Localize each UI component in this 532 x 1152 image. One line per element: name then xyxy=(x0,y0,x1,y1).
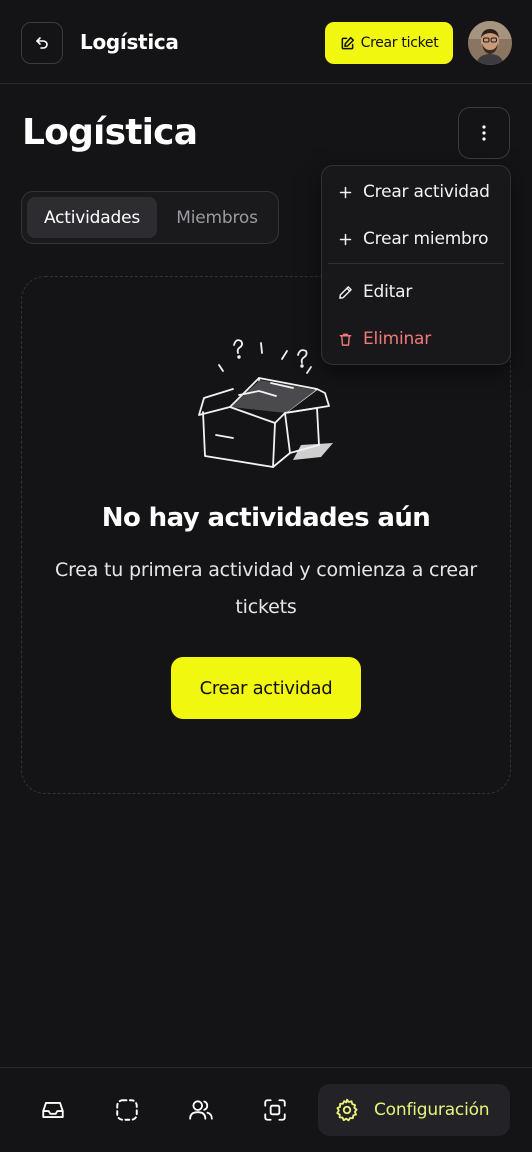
nav-item-configuracion[interactable]: Configuración xyxy=(318,1084,510,1136)
menu-item-label: Crear actividad xyxy=(363,182,490,202)
plus-icon xyxy=(337,231,353,247)
bottom-navigation: Configuración xyxy=(0,1067,532,1152)
undo-arrow-icon xyxy=(36,37,48,49)
open-box-illustration xyxy=(198,339,333,468)
menu-item-label: Editar xyxy=(363,282,413,302)
trash-icon xyxy=(337,331,353,347)
nav-item-selection[interactable] xyxy=(113,1096,141,1124)
create-ticket-label: Crear ticket xyxy=(360,35,439,51)
empty-state-title: No hay actividades aún xyxy=(101,503,431,533)
plus-icon xyxy=(337,184,353,200)
empty-state-description: Crea tu primera actividad y comienza a c… xyxy=(55,559,477,618)
dashed-square-icon xyxy=(116,1099,138,1121)
nav-item-inbox[interactable] xyxy=(39,1096,67,1124)
tab-actividades[interactable]: Actividades xyxy=(27,197,157,238)
scan-square-icon xyxy=(264,1099,286,1121)
tab-miembros[interactable]: Miembros xyxy=(161,197,273,238)
top-bar: Logística Crear ticket xyxy=(0,0,532,84)
pencil-icon xyxy=(337,284,353,300)
avatar[interactable] xyxy=(468,21,512,65)
users-icon xyxy=(189,1100,213,1120)
nav-item-scan[interactable] xyxy=(261,1096,289,1124)
menu-item-delete[interactable]: Eliminar xyxy=(322,317,510,361)
user-avatar-image xyxy=(468,21,512,65)
more-vertical-icon xyxy=(482,125,486,141)
menu-item-create-member[interactable]: Crear miembro xyxy=(322,217,510,261)
gear-icon xyxy=(336,1098,358,1122)
create-activity-button[interactable]: Crear actividad xyxy=(171,657,361,719)
page-title: Logística xyxy=(22,112,198,153)
header-title: Logística xyxy=(80,30,179,54)
create-ticket-button[interactable]: Crear ticket xyxy=(325,22,453,64)
more-options-button[interactable] xyxy=(458,107,510,159)
menu-divider xyxy=(328,263,504,264)
inbox-icon xyxy=(42,1102,64,1118)
back-button[interactable] xyxy=(21,22,63,64)
menu-item-edit[interactable]: Editar xyxy=(322,270,510,314)
menu-item-label: Eliminar xyxy=(363,329,432,349)
options-dropdown-menu: Crear actividad Crear miembro Editar Eli… xyxy=(321,165,511,365)
nav-config-label: Configuración xyxy=(374,1100,490,1120)
menu-item-label: Crear miembro xyxy=(363,229,489,249)
tab-bar: Actividades Miembros xyxy=(21,191,279,244)
menu-item-create-activity[interactable]: Crear actividad xyxy=(322,170,510,214)
edit-square-icon xyxy=(341,36,354,49)
nav-item-members[interactable] xyxy=(187,1096,215,1124)
